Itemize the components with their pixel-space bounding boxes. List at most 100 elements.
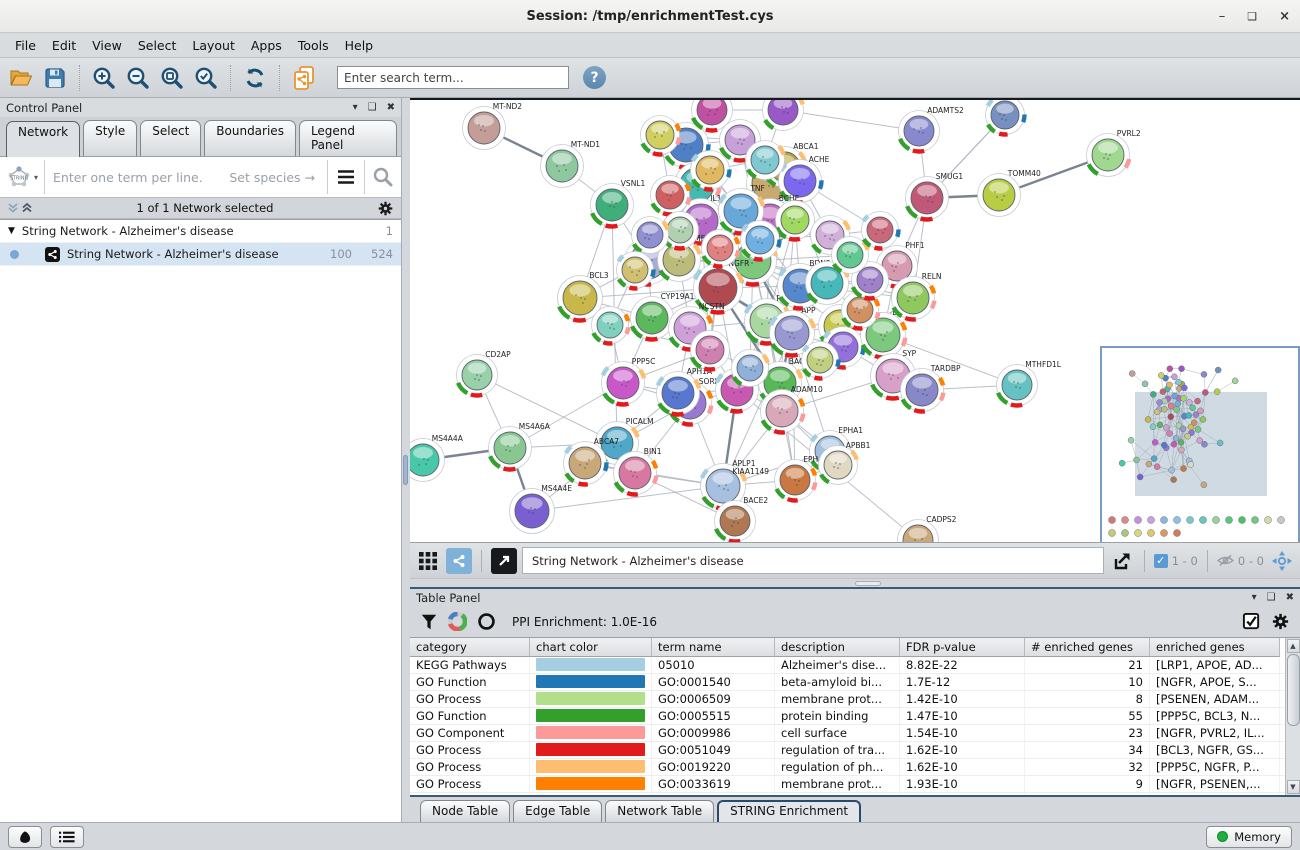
selected-nodes-icon[interactable]: ✓ [1154, 554, 1168, 568]
node[interactable] [776, 201, 815, 240]
node-MTHFD1L[interactable]: MTHFD1L [997, 360, 1062, 406]
node-ADAMTS2[interactable]: ADAMTS2 [899, 106, 964, 152]
node-VSNL1[interactable]: VSNL1 [591, 179, 646, 227]
birds-eye-navigator[interactable] [1100, 346, 1300, 542]
table-row[interactable]: GO ProcessGO:0033619membrane prot...1.93… [410, 776, 1285, 793]
table-row[interactable]: GO ComponentGO:0009986cell surface1.54E-… [410, 725, 1285, 742]
table-settings-gear-icon[interactable] [1271, 612, 1290, 631]
menu-item-layout[interactable]: Layout [185, 35, 242, 56]
panel-close-icon[interactable]: ✖ [387, 102, 395, 113]
node-CADPS2[interactable]: CADPS2 [898, 515, 957, 542]
node[interactable] [641, 116, 680, 155]
column-header-enriched-genes[interactable]: enriched genes [1150, 638, 1280, 657]
pan-navigation-button[interactable] [1269, 548, 1295, 574]
zoom-in-button[interactable] [89, 63, 119, 93]
open-in-browser-button[interactable] [491, 548, 517, 574]
node-PPP5C[interactable]: PPP5C [602, 357, 656, 405]
menu-item-edit[interactable]: Edit [45, 35, 83, 56]
copy-network-button[interactable] [289, 63, 319, 93]
node[interactable] [702, 230, 739, 267]
task-list-button[interactable] [50, 826, 84, 848]
network-row[interactable]: String Network - Alzheimer's disease 100… [0, 243, 401, 266]
column-header-chart-color[interactable]: chart color [530, 638, 652, 657]
node[interactable] [741, 221, 780, 260]
node[interactable] [832, 237, 869, 274]
maximize-button[interactable]: ❑ [1247, 11, 1257, 22]
network-collection-row[interactable]: ▼ String Network - Alzheimer's disease 1 [0, 220, 401, 243]
scroll-down-arrow[interactable]: ▼ [1287, 780, 1300, 794]
column-header-description[interactable]: description [775, 638, 900, 657]
collapse-expand-icons[interactable] [7, 202, 33, 214]
column-header-FDR-p-value[interactable]: FDR p-value [900, 638, 1025, 657]
table-panel-close-icon[interactable]: ✖ [1286, 592, 1294, 603]
node-TOMM40[interactable]: TOMM40 [978, 169, 1041, 217]
node-CD2AP[interactable]: CD2AP [457, 350, 512, 396]
splitter-handle[interactable] [403, 455, 408, 485]
column-header-category[interactable]: category [410, 638, 530, 657]
menu-item-view[interactable]: View [85, 35, 129, 56]
table-splitter-handle[interactable] [855, 581, 881, 586]
search-input[interactable] [337, 66, 569, 89]
string-options-button[interactable] [328, 157, 364, 197]
open-session-button[interactable] [6, 63, 36, 93]
node[interactable] [746, 141, 785, 180]
menu-item-apps[interactable]: Apps [244, 35, 289, 56]
tab-select[interactable]: Select [140, 120, 201, 156]
panel-dock-icon[interactable]: ▾ [353, 102, 358, 113]
table-panel-float-icon[interactable]: ❑ [1267, 592, 1276, 603]
node-PVRL2[interactable]: PVRL2 [1087, 129, 1141, 177]
gear-icon[interactable] [377, 200, 394, 217]
tab-string-enrichment[interactable]: STRING Enrichment [717, 800, 861, 822]
node[interactable] [592, 307, 629, 344]
close-button[interactable]: × [1279, 10, 1290, 23]
menu-item-file[interactable]: File [8, 35, 43, 56]
table-splitter[interactable] [410, 578, 1300, 587]
network-canvas[interactable]: MT-ND2MT-ND1VSNL1GAB2IRS1CHATABCA1ACHEBC… [410, 98, 1300, 542]
table-row[interactable]: GO ProcessGO:0019220regulation of ph...1… [410, 759, 1285, 776]
tree-expand-icon[interactable]: ▼ [8, 226, 15, 236]
reset-ring-icon[interactable] [477, 612, 496, 631]
tab-node-table[interactable]: Node Table [420, 800, 510, 822]
node-MS4A6A[interactable]: MS4A6A [489, 422, 551, 470]
table-row[interactable]: GO ProcessGO:0051049regulation of tra...… [410, 742, 1285, 759]
string-protein-query-dropdown[interactable]: STRING ▾ [0, 164, 44, 190]
node[interactable] [691, 331, 730, 370]
panel-splitter[interactable] [402, 98, 410, 822]
menu-item-tools[interactable]: Tools [291, 35, 336, 56]
tab-legend-panel[interactable]: Legend Panel [299, 120, 397, 156]
menu-item-select[interactable]: Select [131, 35, 184, 56]
tab-boundaries[interactable]: Boundaries [204, 120, 296, 156]
node[interactable] [763, 100, 804, 131]
node[interactable] [862, 212, 899, 249]
grid-view-button[interactable] [415, 548, 441, 574]
table-panel-dock-icon[interactable]: ▾ [1252, 592, 1257, 603]
table-row[interactable]: GO FunctionGO:0005515protein binding1.47… [410, 708, 1285, 725]
node[interactable] [732, 350, 769, 387]
column-header--enriched-genes[interactable]: # enriched genes [1025, 638, 1150, 657]
node[interactable] [632, 217, 669, 254]
table-row[interactable]: GO ProcessGO:0006509membrane prot...1.42… [410, 691, 1285, 708]
table-scrollbar[interactable]: ▲ ▼ [1285, 638, 1300, 795]
zoom-selected-button[interactable] [191, 63, 221, 93]
export-network-button[interactable] [1109, 548, 1135, 574]
scroll-thumb[interactable] [1287, 654, 1300, 726]
select-all-checkbox-icon[interactable] [1242, 612, 1261, 631]
string-term-input[interactable] [45, 170, 229, 185]
node[interactable] [802, 342, 839, 379]
tab-network-table[interactable]: Network Table [605, 800, 714, 822]
node[interactable] [617, 252, 654, 289]
node-MS4A4E[interactable]: MS4A4E [510, 484, 573, 534]
scroll-up-arrow[interactable]: ▲ [1287, 639, 1300, 653]
zoom-out-button[interactable] [123, 63, 153, 93]
node[interactable] [986, 100, 1025, 135]
hidden-eye-icon[interactable] [1217, 554, 1234, 567]
string-search-button[interactable] [365, 157, 401, 197]
table-row[interactable]: GO FunctionGO:0001540beta-amyloid bi...1… [410, 674, 1285, 691]
node[interactable] [691, 151, 730, 190]
species-hint[interactable]: Set species → [229, 170, 327, 185]
column-header-term-name[interactable]: term name [652, 638, 775, 657]
zoom-fit-button[interactable] [157, 63, 187, 93]
task-history-button[interactable] [8, 826, 42, 848]
refresh-layout-button[interactable] [240, 63, 270, 93]
tab-edge-table[interactable]: Edge Table [513, 800, 602, 822]
